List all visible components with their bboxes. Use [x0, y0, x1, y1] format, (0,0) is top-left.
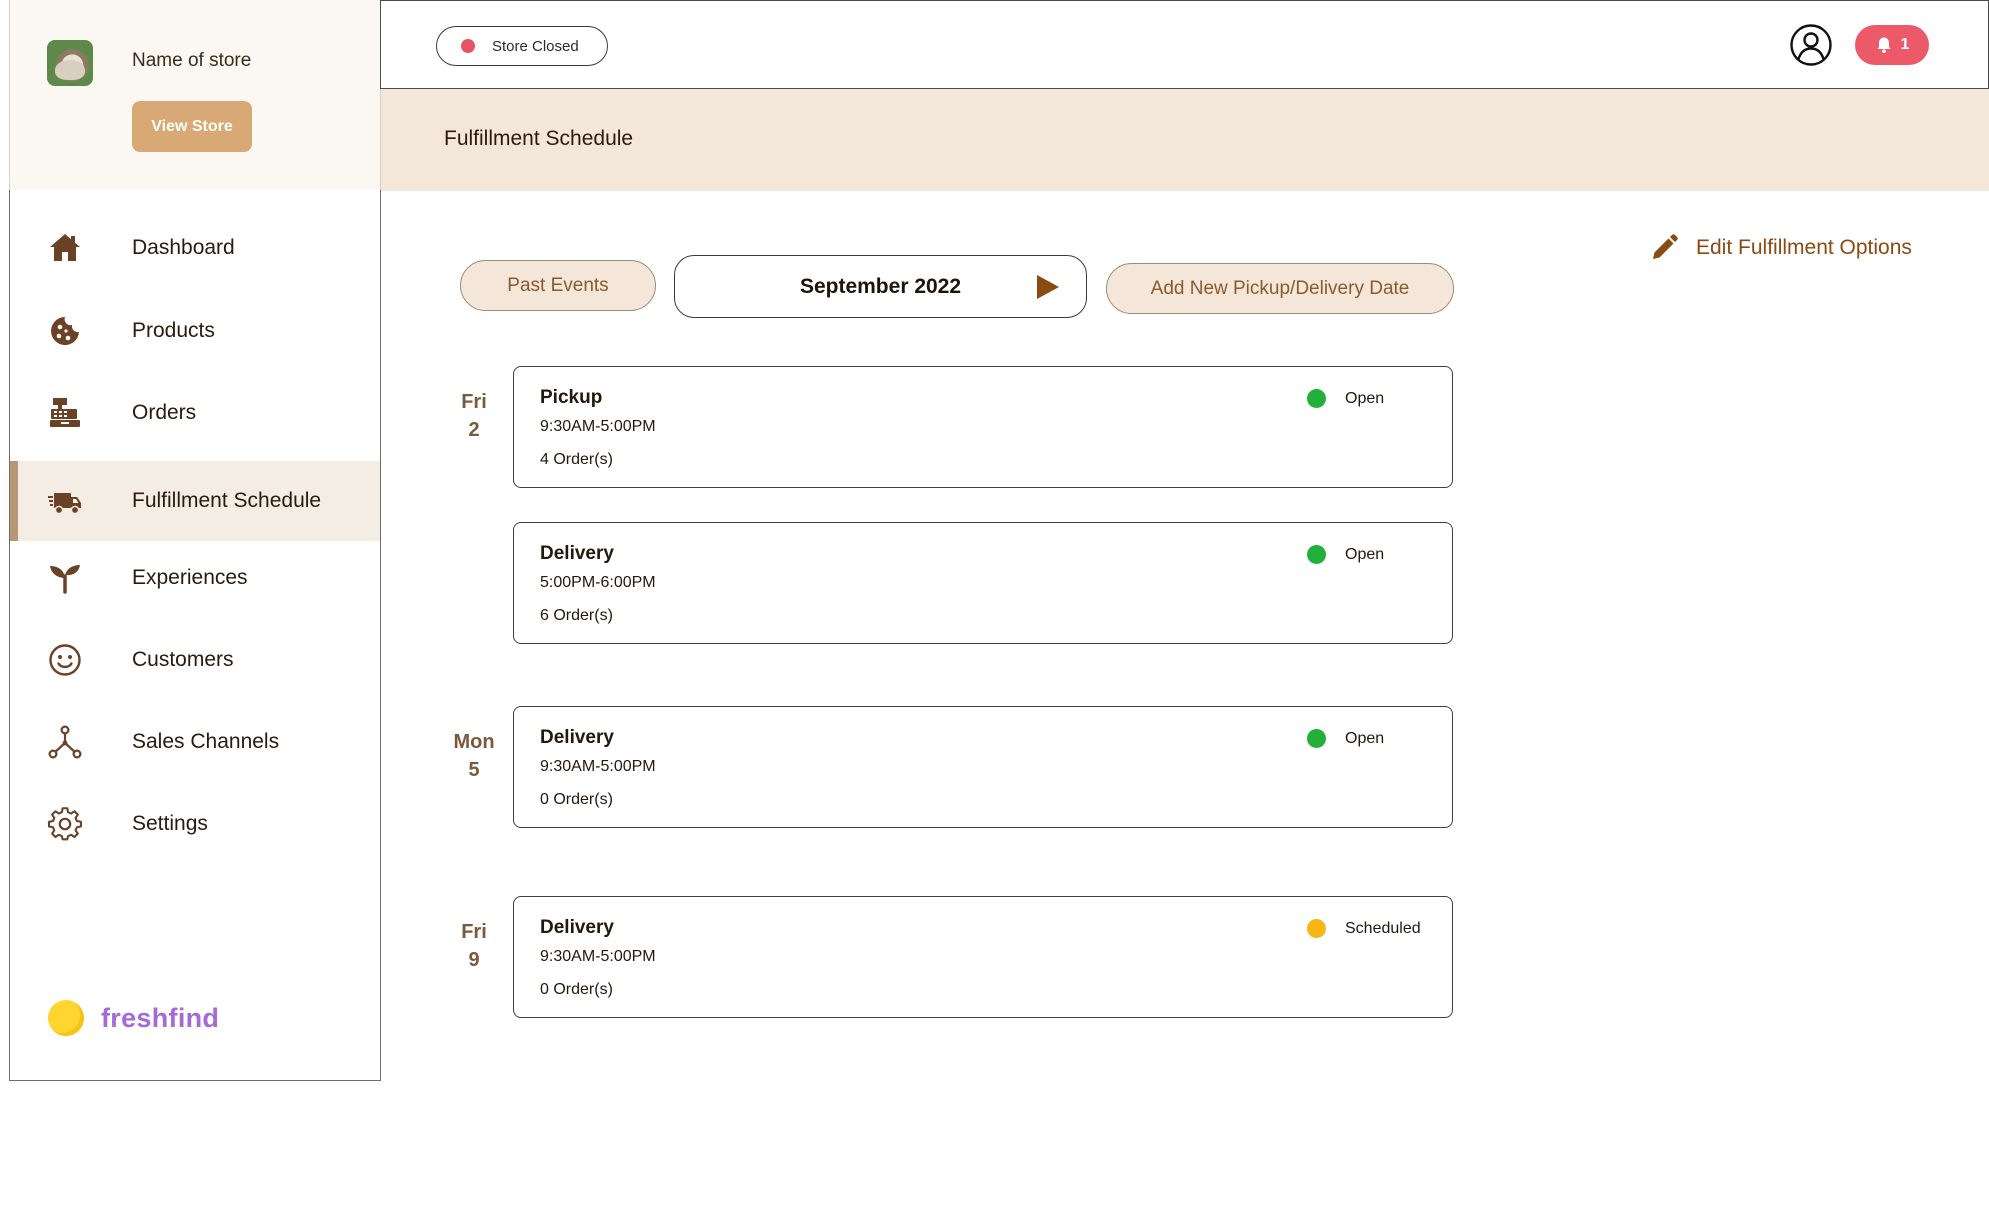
page-title: Fulfillment Schedule	[444, 127, 634, 150]
pencil-icon	[1653, 234, 1678, 259]
event-type: Delivery	[540, 543, 614, 564]
sidebar-item-label: Settings	[132, 812, 208, 835]
sidebar-item-customers[interactable]: Customers	[10, 620, 380, 700]
network-icon	[46, 723, 84, 761]
store-avatar	[47, 40, 93, 86]
page-header: Fulfillment Schedule	[381, 89, 1989, 191]
day-label: Fri 9	[440, 918, 508, 974]
event-orders: 0 Order(s)	[540, 791, 613, 808]
event-time: 9:30AM-5:00PM	[540, 948, 656, 965]
add-date-button[interactable]: Add New Pickup/Delivery Date	[1106, 263, 1454, 314]
cash-register-icon	[46, 394, 84, 432]
status-dot-icon	[461, 39, 475, 53]
day-number: 9	[468, 949, 480, 971]
day-name: Mon	[453, 731, 495, 753]
delivery-truck-icon	[46, 482, 84, 520]
store-card: Name of store View Store	[9, 0, 381, 191]
day-label: Fri 2	[440, 388, 508, 444]
sidebar-item-sales-channels[interactable]: Sales Channels	[10, 702, 380, 782]
event-type: Delivery	[540, 917, 614, 938]
sidebar-item-settings[interactable]: Settings	[10, 784, 380, 864]
gear-icon	[46, 805, 84, 843]
event-status: Open	[1307, 729, 1384, 748]
event-status-label: Scheduled	[1345, 919, 1421, 937]
sidebar-item-label: Sales Channels	[132, 730, 280, 753]
event-type: Pickup	[540, 387, 603, 408]
user-profile-icon[interactable]	[1789, 23, 1833, 67]
sidebar-item-products[interactable]: Products	[10, 291, 380, 371]
event-type: Delivery	[540, 727, 614, 748]
event-time: 9:30AM-5:00PM	[540, 418, 656, 435]
day-number: 2	[468, 419, 480, 441]
event-card[interactable]: Delivery 5:00PM-6:00PM 6 Order(s) Open	[513, 522, 1453, 644]
brand-name: freshfind	[101, 1002, 220, 1033]
next-month-arrow-icon[interactable]	[1035, 273, 1061, 301]
event-card[interactable]: Delivery 9:30AM-5:00PM 0 Order(s) Schedu…	[513, 896, 1453, 1018]
month-selector: September 2022	[674, 255, 1087, 318]
sidebar-item-dashboard[interactable]: Dashboard	[10, 208, 380, 288]
event-orders: 6 Order(s)	[540, 607, 613, 624]
past-events-button[interactable]: Past Events	[460, 260, 656, 311]
sidebar-item-label: Dashboard	[132, 236, 235, 259]
event-status: Scheduled	[1307, 919, 1421, 938]
sun-icon	[48, 1000, 84, 1036]
event-status-label: Open	[1345, 389, 1385, 407]
cookie-icon	[46, 312, 84, 350]
event-time: 9:30AM-5:00PM	[540, 758, 656, 775]
bell-icon	[1877, 37, 1891, 53]
sidebar: Dashboard Products Orders Fulfillment Sc…	[9, 190, 381, 1081]
day-number: 5	[468, 759, 480, 781]
event-orders: 4 Order(s)	[540, 451, 613, 468]
event-status-label: Open	[1345, 545, 1385, 563]
day-name: Fri	[461, 921, 487, 943]
event-card[interactable]: Pickup 9:30AM-5:00PM 4 Order(s) Open	[513, 366, 1453, 488]
edit-options-label: Edit Fulfillment Options	[1696, 236, 1912, 259]
sidebar-item-label: Fulfillment Schedule	[132, 489, 322, 512]
event-card[interactable]: Delivery 9:30AM-5:00PM 0 Order(s) Open	[513, 706, 1453, 828]
store-name: Name of store	[132, 50, 252, 71]
brand-logo: freshfind	[48, 1000, 219, 1036]
edit-fulfillment-options-link[interactable]: Edit Fulfillment Options	[1650, 234, 1912, 262]
event-status: Open	[1307, 545, 1384, 564]
event-orders: 0 Order(s)	[540, 981, 613, 998]
store-status-label: Store Closed	[492, 37, 579, 55]
sidebar-item-fulfillment-schedule[interactable]: Fulfillment Schedule	[10, 461, 380, 541]
topbar: Store Closed 1	[380, 0, 1989, 89]
day-label: Mon 5	[440, 728, 508, 784]
sprout-icon	[46, 559, 84, 597]
home-icon	[46, 229, 84, 267]
sidebar-item-label: Experiences	[132, 566, 248, 589]
sidebar-item-label: Products	[132, 319, 215, 342]
status-dot-icon	[1307, 389, 1326, 408]
smiley-icon	[46, 641, 84, 679]
status-dot-icon	[1307, 919, 1326, 938]
status-dot-icon	[1307, 545, 1326, 564]
event-time: 5:00PM-6:00PM	[540, 574, 656, 591]
view-store-button[interactable]: View Store	[132, 101, 252, 152]
sidebar-item-label: Orders	[132, 401, 197, 424]
notifications-button[interactable]: 1	[1855, 25, 1929, 65]
sidebar-item-orders[interactable]: Orders	[10, 373, 380, 453]
notification-count: 1	[1900, 36, 1910, 53]
day-name: Fri	[461, 391, 487, 413]
event-status-label: Open	[1345, 729, 1385, 747]
sidebar-item-label: Customers	[132, 648, 234, 671]
sidebar-item-experiences[interactable]: Experiences	[10, 538, 380, 618]
current-month-label: September 2022	[799, 274, 962, 298]
store-status-badge[interactable]: Store Closed	[436, 26, 608, 66]
status-dot-icon	[1307, 729, 1326, 748]
event-status: Open	[1307, 389, 1384, 408]
